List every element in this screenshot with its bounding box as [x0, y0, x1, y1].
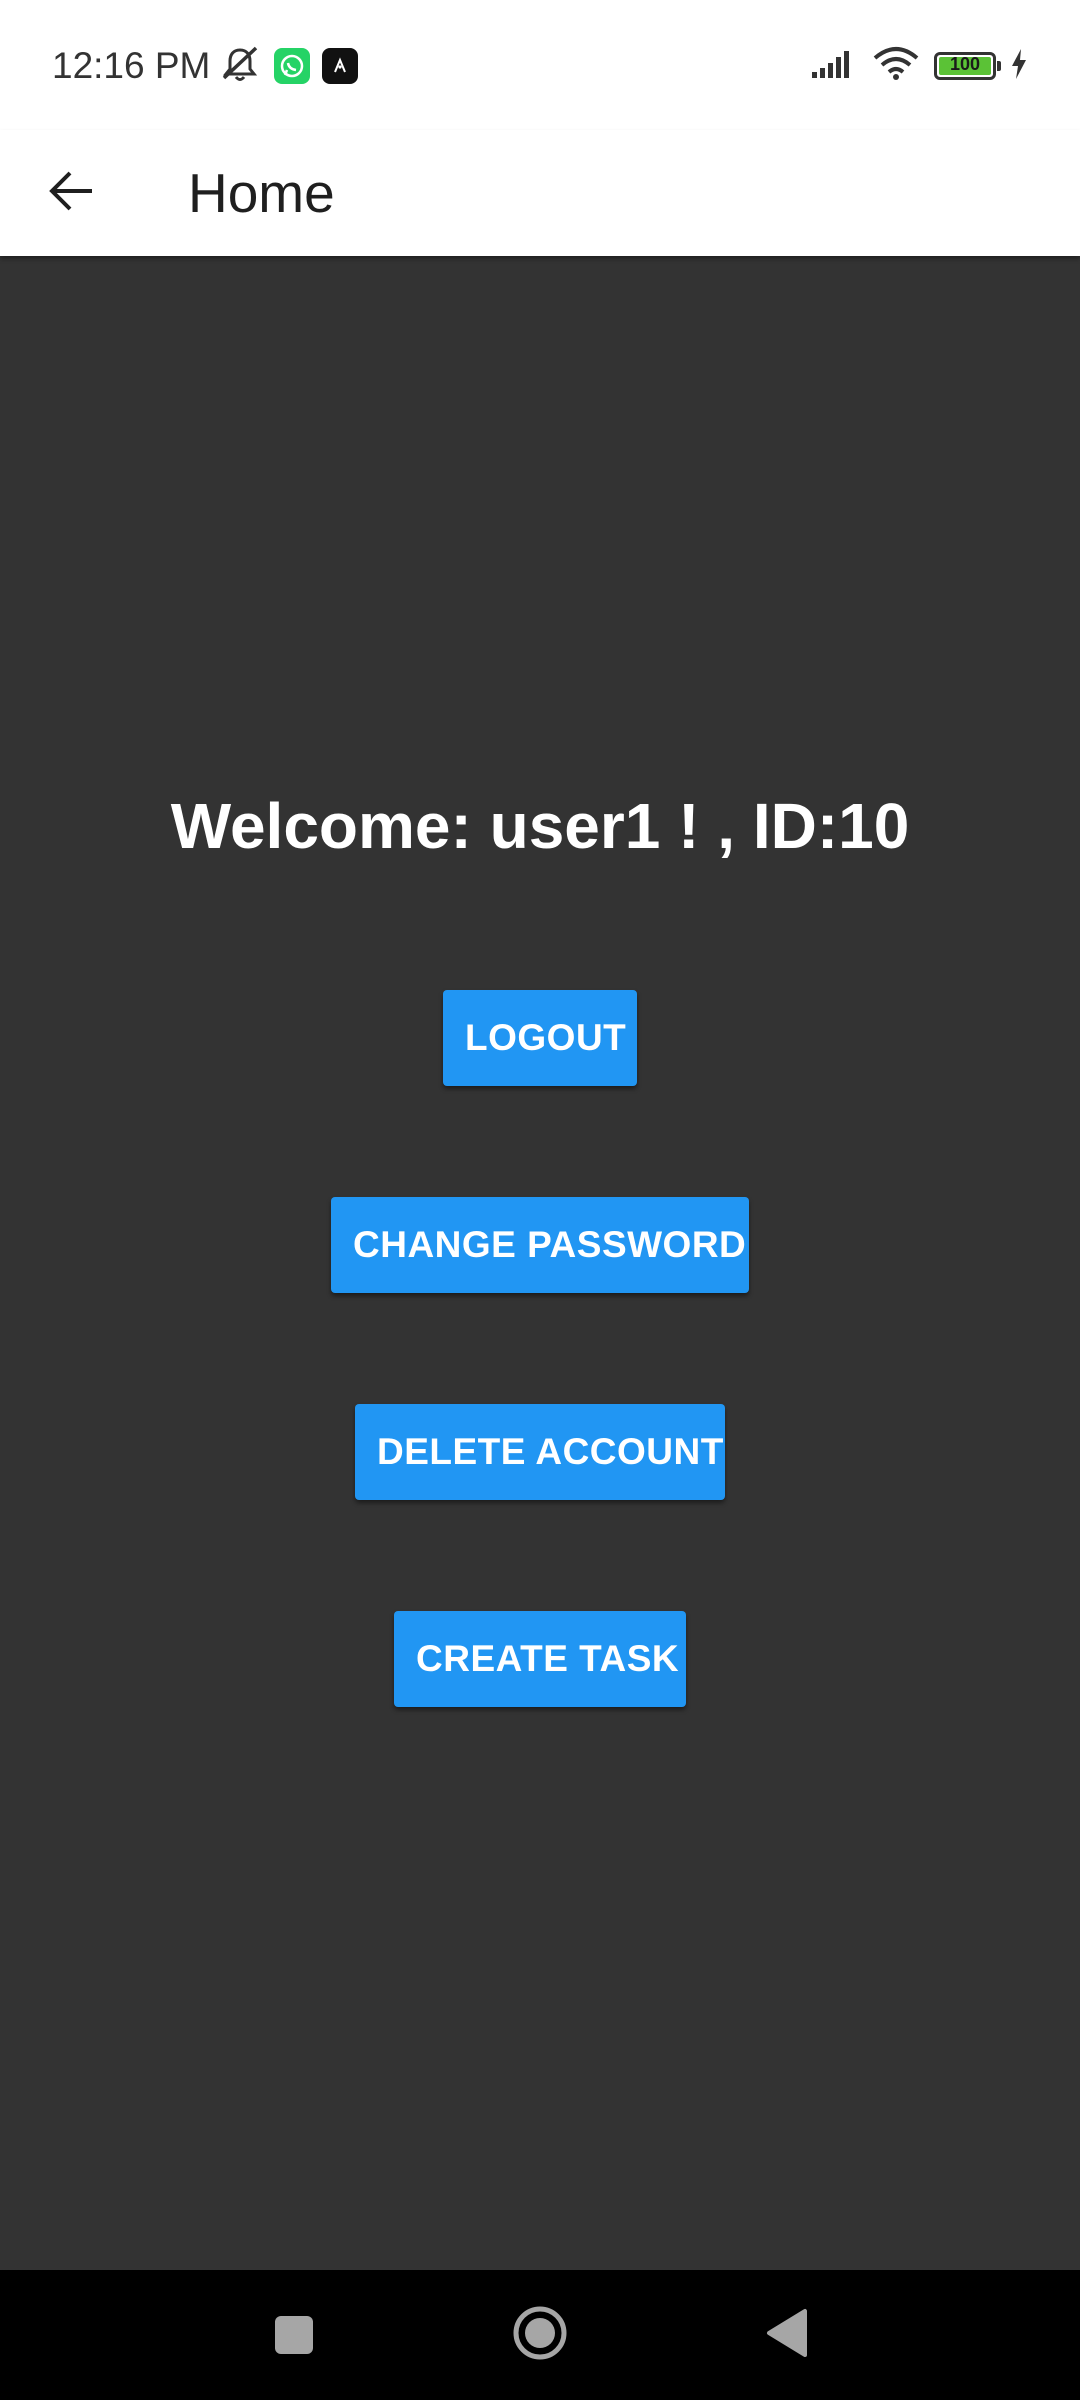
status-left-icons	[218, 44, 358, 88]
change-password-button[interactable]: CHANGE PASSWORD	[331, 1197, 749, 1293]
signal-icon	[810, 48, 858, 85]
status-bar: 12:16 PM 100	[0, 0, 1080, 130]
system-back-button[interactable]	[756, 2305, 816, 2365]
create-task-button[interactable]: CREATE TASK	[394, 1611, 686, 1707]
status-right-icons: 100	[810, 44, 1028, 88]
arrow-back-icon	[46, 166, 96, 221]
home-button[interactable]	[510, 2305, 570, 2365]
back-button[interactable]	[36, 158, 106, 228]
charging-icon	[1010, 48, 1028, 85]
logout-button[interactable]: LOGOUT	[443, 990, 637, 1086]
page-title: Home	[188, 162, 335, 224]
mute-icon	[218, 44, 262, 89]
recents-button[interactable]	[264, 2305, 324, 2365]
whatsapp-icon	[274, 48, 310, 84]
navigation-bar	[0, 2270, 1080, 2400]
main-content: Welcome: user1 ! , ID:10 LOGOUT CHANGE P…	[0, 256, 1080, 2270]
welcome-text: Welcome: user1 ! , ID:10	[170, 790, 910, 862]
wifi-icon	[872, 46, 920, 87]
app-icon	[322, 48, 358, 84]
battery-level: 100	[949, 54, 981, 74]
home-icon	[510, 2303, 570, 2368]
status-time: 12:16 PM	[52, 45, 211, 86]
delete-account-button[interactable]: DELETE ACCOUNT	[355, 1404, 725, 1500]
battery-icon: 100	[934, 52, 1001, 80]
app-bar: Home	[0, 130, 1080, 256]
battery-tip	[997, 61, 1001, 71]
back-icon	[761, 2306, 811, 2365]
recents-icon	[275, 2316, 313, 2354]
